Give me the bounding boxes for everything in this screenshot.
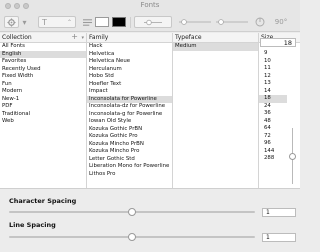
blur-slider-icon [216, 19, 248, 25]
size-list[interactable]: 9 10 11 12 13 14 18 24 36 48 64 72 96 144 288 [259, 50, 287, 163]
size-input[interactable]: 18 [260, 38, 296, 47]
add-collection-button[interactable]: + [71, 32, 78, 42]
collection-item[interactable]: Traditional [0, 111, 86, 119]
document-color-well[interactable] [112, 17, 126, 27]
zoom-window-button[interactable] [23, 3, 29, 9]
size-item[interactable]: 72 [259, 133, 287, 141]
typeface-column: Typeface Medium [173, 33, 259, 188]
collection-item[interactable]: PDF [0, 103, 86, 111]
character-spacing-label: Character Spacing [9, 197, 77, 205]
typeface-header: Typeface [173, 33, 258, 43]
family-item[interactable]: Inconsolata for Powerline [87, 95, 172, 103]
document-color-swatch [112, 17, 126, 27]
collection-item[interactable]: Fun [0, 81, 86, 89]
size-item[interactable]: 18 [259, 95, 287, 103]
line-spacing-label: Line Spacing [9, 221, 56, 229]
family-item[interactable]: Hack [87, 43, 172, 51]
collection-header: Collection + ▾ [0, 32, 86, 43]
size-item[interactable]: 96 [259, 140, 287, 148]
size-item[interactable]: 288 [259, 155, 287, 163]
family-item[interactable]: Lithos Pro [87, 171, 172, 179]
family-header: Family [87, 33, 172, 43]
family-item[interactable]: Kozuka Gothic Pro [87, 133, 172, 141]
family-list[interactable]: Hack Helvetica Helvetica Neue Herculanum Hob… [87, 43, 172, 178]
collection-column: Collection + ▾ All Fonts English Favorites… [0, 32, 87, 188]
collection-item[interactable]: Recently Used [0, 66, 86, 74]
family-item[interactable]: Impact [87, 88, 172, 96]
shadow-blur-slider[interactable] [215, 16, 249, 28]
family-item[interactable]: Iowan Old Style [87, 118, 172, 126]
chevron-down-icon[interactable]: ▾ [22, 18, 27, 27]
rotation-value[interactable]: 90° [268, 17, 294, 27]
title-bar: Fonts [0, 0, 300, 13]
family-item[interactable]: Kozuka Mincho Pro [87, 148, 172, 156]
text-color-swatch [95, 17, 109, 27]
character-spacing-knob[interactable] [128, 208, 136, 216]
family-item[interactable]: Inconsolata-g for Powerline [87, 111, 172, 119]
family-item[interactable]: Helvetica [87, 51, 172, 59]
collection-item[interactable]: English [0, 50, 86, 58]
shadow-slider-icon [144, 19, 162, 25]
collection-item[interactable]: Fixed Width [0, 73, 86, 81]
family-item[interactable]: Letter Gothic Std [87, 156, 172, 164]
minimize-window-button[interactable] [14, 3, 20, 9]
collection-item[interactable]: Modern [0, 88, 86, 96]
text-color-well[interactable] [95, 17, 109, 27]
size-item[interactable]: 48 [259, 118, 287, 126]
character-spacing-field[interactable]: 1 [262, 208, 296, 217]
line-spacing-knob[interactable] [128, 233, 136, 241]
family-item[interactable]: Liberation Mono for Powerline [87, 163, 172, 171]
family-item[interactable]: Hoefler Text [87, 81, 172, 89]
size-item[interactable]: 24 [259, 103, 287, 111]
collection-header-label: Collection [2, 34, 32, 41]
collection-item[interactable]: All Fonts [0, 43, 86, 51]
collection-list[interactable]: All Fonts English Favorites Recently Used Fi… [0, 43, 86, 126]
size-item[interactable]: 144 [259, 148, 287, 156]
rotation-dial[interactable] [254, 16, 266, 28]
size-item[interactable]: 10 [259, 58, 287, 66]
size-item[interactable]: 13 [259, 80, 287, 88]
text-style-popup[interactable]: T ⌃ [38, 16, 76, 28]
line-spacing-field[interactable]: 1 [262, 233, 296, 242]
size-column: Size 9101112131418243648647296144288 [259, 33, 300, 188]
size-item[interactable]: 64 [259, 125, 287, 133]
collection-item[interactable]: Favorites [0, 58, 86, 66]
gear-icon [7, 17, 16, 27]
size-item[interactable]: 36 [259, 110, 287, 118]
dial-icon [255, 17, 265, 27]
text-align-icon[interactable] [82, 16, 93, 28]
shadow-opacity-slider[interactable] [178, 16, 212, 28]
family-item[interactable]: Kozuka Mincho PrBN [87, 141, 172, 149]
actions-gear-button[interactable] [4, 16, 19, 28]
text-align-lines-icon [83, 18, 92, 26]
size-item[interactable]: 12 [259, 73, 287, 81]
size-item[interactable]: 9 [259, 50, 287, 58]
family-column: Family Hack Helvetica Helvetica Neue Hercul… [87, 33, 173, 188]
family-item[interactable]: Kozuka Gothic PrBN [87, 126, 172, 134]
text-style-icon: T [42, 17, 47, 27]
collection-item[interactable]: New-1 [0, 96, 86, 104]
close-window-button[interactable] [5, 3, 11, 9]
family-item[interactable]: Inconsolata-dz for Powerline [87, 103, 172, 111]
typeface-list[interactable]: Medium [173, 43, 258, 51]
opacity-slider-icon [179, 19, 211, 25]
size-item[interactable]: 14 [259, 88, 287, 96]
size-item[interactable]: 11 [259, 65, 287, 73]
collection-item[interactable]: Web [0, 118, 86, 126]
size-slider-knob[interactable] [289, 153, 296, 160]
family-item[interactable]: Helvetica Neue [87, 58, 172, 66]
typeface-item[interactable]: Medium [173, 43, 258, 51]
chevron-down-icon[interactable]: ▾ [81, 33, 84, 43]
window-title: Fonts [140, 1, 160, 9]
text-shadow-toggle[interactable] [134, 16, 172, 28]
family-item[interactable]: Hobo Std [87, 73, 172, 81]
family-item[interactable]: Herculanum [87, 66, 172, 74]
chevron-updown-icon: ⌃ [66, 18, 72, 26]
